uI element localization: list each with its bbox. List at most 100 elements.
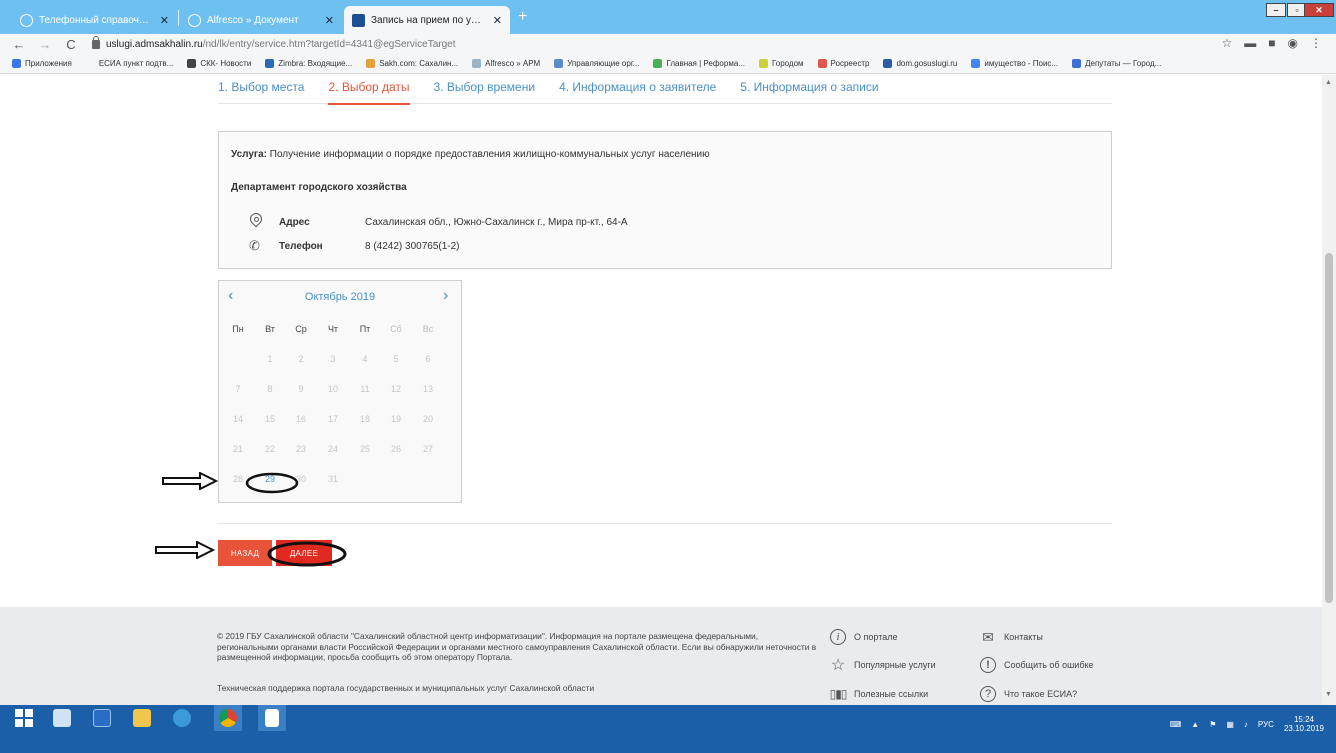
browser-tab-phonebook[interactable]: Телефонный справочник ✕ xyxy=(12,6,177,34)
calendar-day: 25 xyxy=(359,444,370,454)
bookmark-icon xyxy=(817,59,827,68)
clock[interactable]: 15:24 23.10.2019 xyxy=(1284,715,1324,733)
document-icon[interactable] xyxy=(258,705,286,731)
step-record-info[interactable]: 5. Информация о записи xyxy=(740,80,878,104)
bookmark-label: Главная | Реформа... xyxy=(666,59,745,68)
calendar-day: 30 xyxy=(295,474,306,484)
account-icon[interactable]: ◉ xyxy=(1288,36,1298,50)
phone-icon: ✆ xyxy=(249,238,260,253)
scroll-up-icon[interactable]: ▲ xyxy=(1325,79,1332,86)
chevron-right-icon[interactable]: › xyxy=(443,287,448,305)
bookmark-item[interactable]: Росреестр xyxy=(817,59,870,68)
bookmark-icon xyxy=(12,59,21,68)
forward-arrow-icon[interactable]: → xyxy=(38,37,52,52)
bookmark-item[interactable]: ЕСИА пункт подтв... xyxy=(85,59,173,68)
browser-tab-appointment[interactable]: Запись на прием по услуге ✕ xyxy=(344,6,510,34)
envelope-icon: ✉ xyxy=(982,628,994,645)
bookmark-item[interactable]: Главная | Реформа... xyxy=(653,59,745,68)
close-icon[interactable]: ✕ xyxy=(325,14,334,27)
next-button[interactable]: ДАЛЕЕ xyxy=(276,540,332,566)
calendar-weekday: Вс xyxy=(422,324,434,334)
bookmark-label: Sakh.com: Сахалин... xyxy=(379,59,459,68)
step-select-date[interactable]: 2. Выбор даты xyxy=(328,80,410,105)
service-line: Услуга: Получение информации о порядке п… xyxy=(231,149,710,160)
calendar-day: 10 xyxy=(327,384,338,394)
footer-link-report-error[interactable]: ! Сообщить об ошибке xyxy=(980,657,1094,673)
chrome-icon[interactable] xyxy=(214,705,242,731)
scroll-down-icon[interactable]: ▼ xyxy=(1325,691,1332,698)
reload-icon[interactable]: C xyxy=(64,37,78,52)
calendar-day-available[interactable]: 29 xyxy=(259,474,281,484)
calendar-day: 28 xyxy=(232,474,243,484)
bookmark-label: dom.gosuslugi.ru xyxy=(896,59,958,68)
footer-link-label: Полезные ссылки xyxy=(854,689,929,699)
address-label: Адрес xyxy=(279,216,310,228)
minimize-icon[interactable]: – xyxy=(1266,3,1286,17)
footer-link-popular[interactable]: ☆ Популярные услуги xyxy=(830,657,936,674)
bookmark-item[interactable]: Депутаты — Город... xyxy=(1072,59,1161,68)
footer-link-what-esia[interactable]: ? Что такое ЕСИА? xyxy=(980,686,1077,702)
extension-m-icon[interactable]: ■ xyxy=(1268,36,1275,50)
close-icon[interactable]: ✕ xyxy=(493,14,502,27)
calendar-day: 17 xyxy=(327,414,338,424)
bookmark-icon xyxy=(653,59,663,68)
network-icon[interactable]: ▦ xyxy=(1226,720,1234,729)
calendar-weekday: Сб xyxy=(390,324,402,334)
bookmark-item[interactable]: Управляющие орг... xyxy=(554,59,639,68)
footer-link-label: Что такое ЕСИА? xyxy=(1004,689,1078,699)
explorer-pc-icon[interactable] xyxy=(48,705,76,731)
tab-separator xyxy=(178,10,179,26)
url-field[interactable]: uslugi.admsakhalin.ru/nd/lk/entry/servic… xyxy=(106,39,456,50)
step-select-time[interactable]: 3. Выбор времени xyxy=(434,80,536,104)
menu-dots-icon[interactable]: ⋮ xyxy=(1310,36,1322,50)
volume-icon[interactable]: ♪ xyxy=(1244,720,1248,729)
ie-icon[interactable] xyxy=(168,705,196,731)
folder-icon[interactable] xyxy=(128,705,156,731)
back-arrow-icon[interactable]: ← xyxy=(12,37,26,52)
extension-icon[interactable]: ▬ xyxy=(1244,36,1256,50)
star-icon[interactable]: ☆ xyxy=(1222,36,1233,50)
bookmark-label: Росреестр xyxy=(830,59,870,68)
bookmark-item[interactable]: Zimbra: Входящие... xyxy=(265,59,352,68)
bookmark-item[interactable]: Sakh.com: Сахалин... xyxy=(366,59,458,68)
calendar-day: 9 xyxy=(298,384,304,394)
bookmark-item[interactable]: dom.gosuslugi.ru xyxy=(883,59,957,68)
step-select-place[interactable]: 1. Выбор места xyxy=(218,80,304,104)
window-close-icon[interactable]: ✕ xyxy=(1304,3,1334,17)
calendar-day: 13 xyxy=(422,384,433,394)
outlook-icon[interactable] xyxy=(88,705,116,731)
question-icon: ? xyxy=(980,686,996,702)
bookmark-item[interactable]: Приложения xyxy=(12,59,72,68)
service-name: Получение информации о порядке предостав… xyxy=(269,149,710,160)
star-icon: ☆ xyxy=(830,657,846,674)
bookmark-label: Alfresco » АРМ xyxy=(485,59,541,68)
calendar-day: 8 xyxy=(267,384,273,394)
bookmark-icon xyxy=(758,59,768,68)
phone-value: 8 (4242) 300765(1-2) xyxy=(365,240,460,252)
bookmark-item[interactable]: СКК- Новости xyxy=(187,59,251,68)
annotation-arrow-icon xyxy=(155,541,215,559)
close-icon[interactable]: ✕ xyxy=(160,14,169,27)
bookmark-item[interactable]: Alfresco » АРМ xyxy=(472,59,540,68)
page-scrollbar[interactable]: ▲ ▼ xyxy=(1322,75,1336,705)
tray-expand-icon[interactable]: ▲ xyxy=(1191,720,1199,729)
bookmark-item[interactable]: Городом xyxy=(758,59,804,68)
calendar-day: 31 xyxy=(327,474,338,484)
start-icon[interactable] xyxy=(10,705,38,731)
new-tab-icon[interactable]: + xyxy=(518,8,527,26)
step-applicant-info[interactable]: 4. Информация о заявителе xyxy=(559,80,716,104)
flag-icon[interactable]: ⚑ xyxy=(1209,720,1216,729)
browser-tab-alfresco[interactable]: Alfresco » Документ ✕ xyxy=(180,6,342,34)
calendar-day: 7 xyxy=(235,384,241,394)
calendar-day: 23 xyxy=(295,444,306,454)
keyboard-icon[interactable]: ⌨ xyxy=(1170,720,1182,729)
scroll-thumb[interactable] xyxy=(1325,253,1333,603)
back-button[interactable]: НАЗАД xyxy=(218,540,272,566)
footer-link-about[interactable]: i О портале xyxy=(830,629,897,645)
footer-link-useful[interactable]: ▯▮▯ Полезные ссылки xyxy=(830,686,929,702)
clock-time: 15:24 xyxy=(1293,715,1314,724)
footer-link-contacts[interactable]: ✉ Контакты xyxy=(980,629,1043,645)
bookmark-item[interactable]: имущество - Поис... xyxy=(971,59,1058,68)
url-host: uslugi.admsakhalin.ru xyxy=(106,38,203,50)
language-indicator[interactable]: РУС xyxy=(1258,720,1274,729)
